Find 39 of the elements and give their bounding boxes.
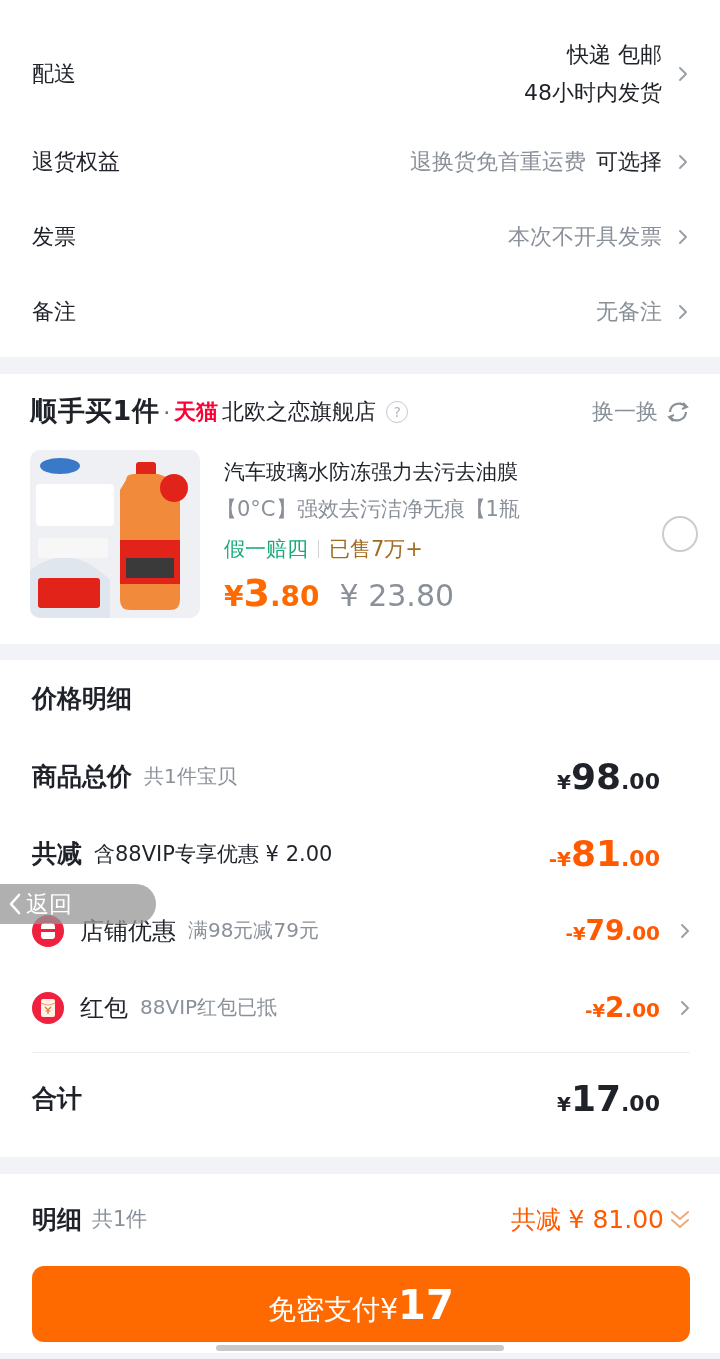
pay-button[interactable]: 免密支付¥17 — [32, 1266, 690, 1342]
row-value: 无备注 — [596, 297, 662, 326]
row-label: 配送 — [32, 60, 77, 88]
product-name: 汽车玻璃水防冻强力去污去油膜 — [224, 459, 519, 486]
price-note: 含88VIP专享优惠 ¥ 2.00 — [94, 840, 333, 868]
guarantee-tag: 假一赔四 — [224, 535, 308, 563]
row-value: 可选择 — [596, 147, 662, 176]
platform-label: 天猫 — [174, 398, 219, 426]
price-label: 商品总价 — [32, 761, 132, 793]
product-spec: 【0°C】强效去污洁净无痕【1瓶 — [216, 496, 521, 523]
price-note: 满98元减79元 — [188, 917, 319, 944]
saving-total: 共减 ¥ 81.00 — [510, 1203, 664, 1236]
row-value: 本次不开具发票 — [508, 222, 662, 251]
original-price: ¥ 23.80 — [339, 578, 455, 613]
price-amount: -¥2.00 — [585, 991, 660, 1024]
section-title: 价格明细 — [32, 683, 133, 715]
row-hint: 退换货免首重运费 — [410, 147, 586, 176]
price-note: 88VIP红包已抵 — [140, 994, 278, 1021]
store-name: 北欧之恋旗舰店 — [222, 398, 377, 426]
item-count: 共1件 — [92, 1206, 148, 1233]
product-price: ¥3.80 — [224, 571, 320, 615]
separator-dot: · — [163, 399, 171, 425]
swap-button[interactable]: 换一换 — [592, 397, 690, 427]
price-note: 共1件宝贝 — [144, 763, 237, 790]
sold-count: 已售7万+ — [329, 536, 423, 563]
price-amount: -¥79.00 — [565, 914, 660, 947]
row-label: 发票 — [32, 222, 77, 251]
total-label: 合计 — [32, 1082, 82, 1115]
price-label: 共减 — [32, 838, 82, 870]
total-amount: ¥17.00 — [557, 1077, 660, 1119]
promo-title: 顺手买1件 — [30, 394, 160, 428]
detail-label: 明细 — [32, 1203, 82, 1236]
delivery-text: 快递 包邮 — [567, 41, 662, 69]
price-label: 红包 — [80, 992, 128, 1024]
price-amount: ¥98.00 — [557, 756, 660, 797]
row-label: 备注 — [32, 297, 77, 326]
delivery-text: 48小时内发货 — [524, 79, 662, 107]
row-label: 退货权益 — [32, 147, 121, 176]
price-amount: -¥81.00 — [548, 833, 660, 874]
